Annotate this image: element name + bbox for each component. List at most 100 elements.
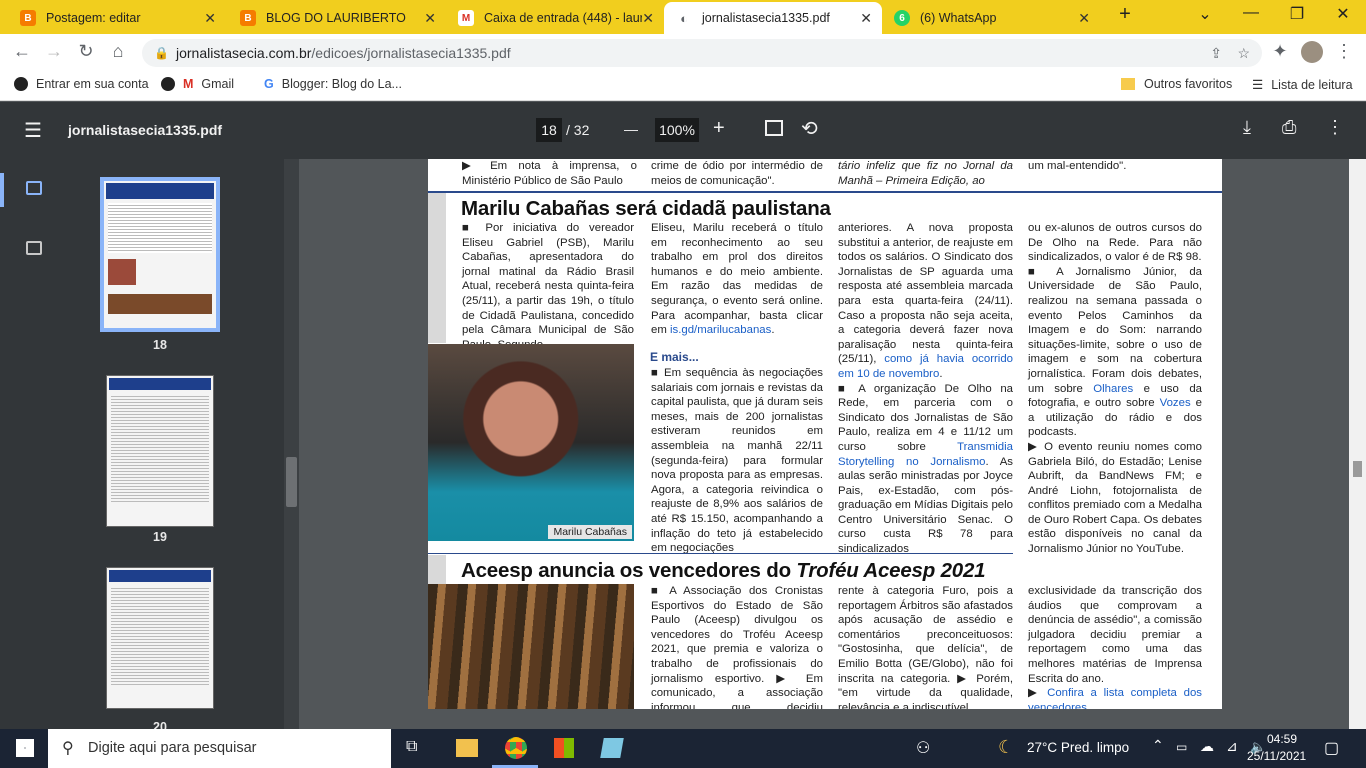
article-col1: ■ Por iniciativa do vereador Eliseu Gabr… (462, 222, 634, 351)
thumbnail-page-18[interactable] (100, 177, 220, 332)
notification-icon[interactable]: ▢ (1324, 738, 1339, 758)
tab-title: BLOG DO LAURIBERTO (266, 11, 406, 25)
extensions-icon[interactable]: ✦ (1268, 41, 1292, 62)
home-icon[interactable]: ⌂ (106, 41, 130, 62)
windows-start-icon[interactable] (16, 739, 34, 757)
google-icon: G (264, 77, 274, 91)
chevron-up-icon[interactable]: ⌃ (1152, 737, 1164, 754)
tab-whatsapp[interactable]: 6 (6) WhatsApp ✕ (882, 2, 1100, 34)
whatsapp-icon: 6 (894, 10, 910, 26)
bookmark-blogger[interactable]: G Blogger: Blog do La... (264, 77, 402, 91)
bookmark-entrar[interactable]: Entrar em sua conta (14, 77, 149, 91)
reading-list-icon: ☰ (1252, 78, 1264, 92)
top-col1: ▶ Em nota à imprensa, o Ministério Públi… (462, 160, 637, 187)
file-explorer-icon[interactable] (456, 739, 478, 757)
gmail-icon: M (183, 77, 194, 91)
close-icon[interactable]: ✕ (1078, 10, 1090, 27)
globe-icon: ◐ (676, 10, 692, 26)
scroll-thumb[interactable] (286, 457, 297, 507)
taskbar: ⚲ Digite aqui para pesquisar ⧉ ⚇ ☾ 27°C … (0, 729, 1366, 768)
print-icon[interactable]: ⎙ (1282, 117, 1296, 138)
more-icon[interactable]: ⋮ (1326, 117, 1344, 138)
people-icon[interactable]: ⚇ (916, 738, 930, 758)
article-col4: ou ex-alunos de outros cursos do De Olho… (1028, 221, 1202, 557)
thumbnail-page-19[interactable] (106, 375, 214, 527)
text: anteriores. A nova proposta substitui a … (838, 222, 1013, 366)
window-close-button[interactable]: ✕ (1320, 4, 1366, 24)
search-placeholder: Digite aqui para pesquisar (88, 740, 257, 756)
top-col4: um mal-entendido". (1028, 160, 1127, 172)
scroll-thumb[interactable] (1353, 461, 1362, 477)
zoom-in-button[interactable]: + (713, 117, 725, 140)
download-icon[interactable]: ⤓ (1243, 117, 1251, 138)
close-icon[interactable]: ✕ (204, 10, 216, 27)
clock-date[interactable]: 25/11/2021 (1247, 749, 1306, 763)
thumbnail-number: 18 (153, 338, 167, 352)
bookmarks-bar: Entrar em sua conta M Gmail G Blogger: Blo… (0, 70, 1366, 101)
article-col2: Eliseu, Marilu receberá o título em reco… (651, 221, 823, 338)
task-view-icon[interactable]: ⧉ (406, 738, 417, 756)
avatar[interactable] (1301, 41, 1323, 63)
app-icon[interactable] (600, 738, 624, 758)
thumb-header (109, 378, 211, 390)
weather-text[interactable]: 27°C Pred. limpo (1027, 740, 1129, 755)
back-icon[interactable]: ← (10, 41, 34, 62)
article-col2c: ■ Em sequência às negociações salariais … (651, 367, 823, 555)
tab-search-button[interactable]: ⌄ (1182, 4, 1228, 24)
tab-blog[interactable]: B BLOG DO LAURIBERTO ✕ (228, 2, 446, 34)
share-icon[interactable]: ⇪ (1210, 39, 1222, 67)
reload-icon[interactable]: ↻ (74, 41, 98, 62)
chrome-icon[interactable] (505, 737, 527, 759)
close-icon[interactable]: ✕ (642, 10, 654, 27)
thumbnail-scrollbar[interactable] (284, 159, 299, 729)
store-icon[interactable] (554, 738, 574, 758)
marilu-photo: Marilu Cabañas (428, 344, 634, 541)
article2-col4: exclusividade da transcrição dos áudios … (1028, 585, 1202, 714)
divider (428, 191, 1222, 193)
bookmark-label: Blogger: Blog do La... (281, 77, 402, 91)
lock-icon[interactable]: 🔒 (154, 39, 169, 67)
marilu-link[interactable]: is.gd/marilucabanas (670, 324, 771, 336)
thumbnails-icon[interactable] (26, 181, 42, 195)
star-icon[interactable]: ☆ (1237, 39, 1250, 67)
minimize-button[interactable]: — (1228, 4, 1274, 22)
page-number-input[interactable]: 18 (536, 118, 562, 142)
rotate-icon[interactable]: ⟲ (801, 116, 818, 141)
folder-icon (1121, 78, 1135, 90)
url-bar[interactable]: 🔒 jornalistasecia.com.br/edicoes/jornali… (142, 39, 1262, 67)
forward-icon[interactable]: → (42, 41, 66, 62)
close-icon[interactable]: ✕ (424, 10, 436, 27)
new-tab-button[interactable]: + (1102, 3, 1148, 26)
bookmark-gmail[interactable]: M Gmail (161, 77, 234, 91)
vozes-link[interactable]: Vozes (1160, 397, 1191, 409)
pdf-filename: jornalistasecia1335.pdf (68, 122, 223, 138)
top-col2: crime de ódio por intermédio de meios de… (651, 160, 823, 187)
zoom-out-button[interactable]: — (624, 121, 638, 137)
cloud-icon[interactable]: ☁ (1200, 738, 1214, 755)
battery-icon[interactable]: ▭ (1176, 740, 1187, 754)
fit-page-icon[interactable] (765, 120, 783, 136)
pdf-sidebar-tabs (0, 159, 68, 729)
tab-postagem[interactable]: B Postagem: editar ✕ (8, 2, 226, 34)
zoom-input[interactable]: 100% (655, 118, 699, 142)
thumbnail-page-20[interactable] (106, 567, 214, 709)
restore-button[interactable]: ❐ (1274, 4, 1320, 24)
page-gap (428, 709, 1222, 729)
network-icon[interactable]: ⊿ (1226, 738, 1238, 755)
blogger-icon: B (240, 10, 256, 26)
bookmark-other[interactable]: Outros favoritos (1121, 77, 1232, 91)
menu-icon[interactable]: ☰ (24, 118, 42, 143)
close-icon[interactable]: ✕ (860, 10, 872, 27)
tab-gmail[interactable]: M Caixa de entrada (448) - lauri ✕ (446, 2, 664, 34)
menu-icon[interactable]: ⋮ (1332, 41, 1356, 62)
url-host: jornalistasecia.com.br (176, 45, 312, 61)
outline-icon[interactable] (26, 241, 42, 255)
taskbar-search[interactable]: ⚲ Digite aqui para pesquisar (48, 729, 391, 768)
page-scrollbar[interactable] (1349, 159, 1366, 729)
reading-list[interactable]: ☰ Lista de leitura (1252, 77, 1353, 93)
thumbnail-number: 19 (153, 530, 167, 544)
divider (428, 553, 1013, 554)
olhares-link[interactable]: Olhares (1093, 383, 1133, 395)
clock-time[interactable]: 04:59 (1262, 732, 1302, 746)
tab-pdf[interactable]: ◐ jornalistasecia1335.pdf ✕ (664, 2, 882, 34)
